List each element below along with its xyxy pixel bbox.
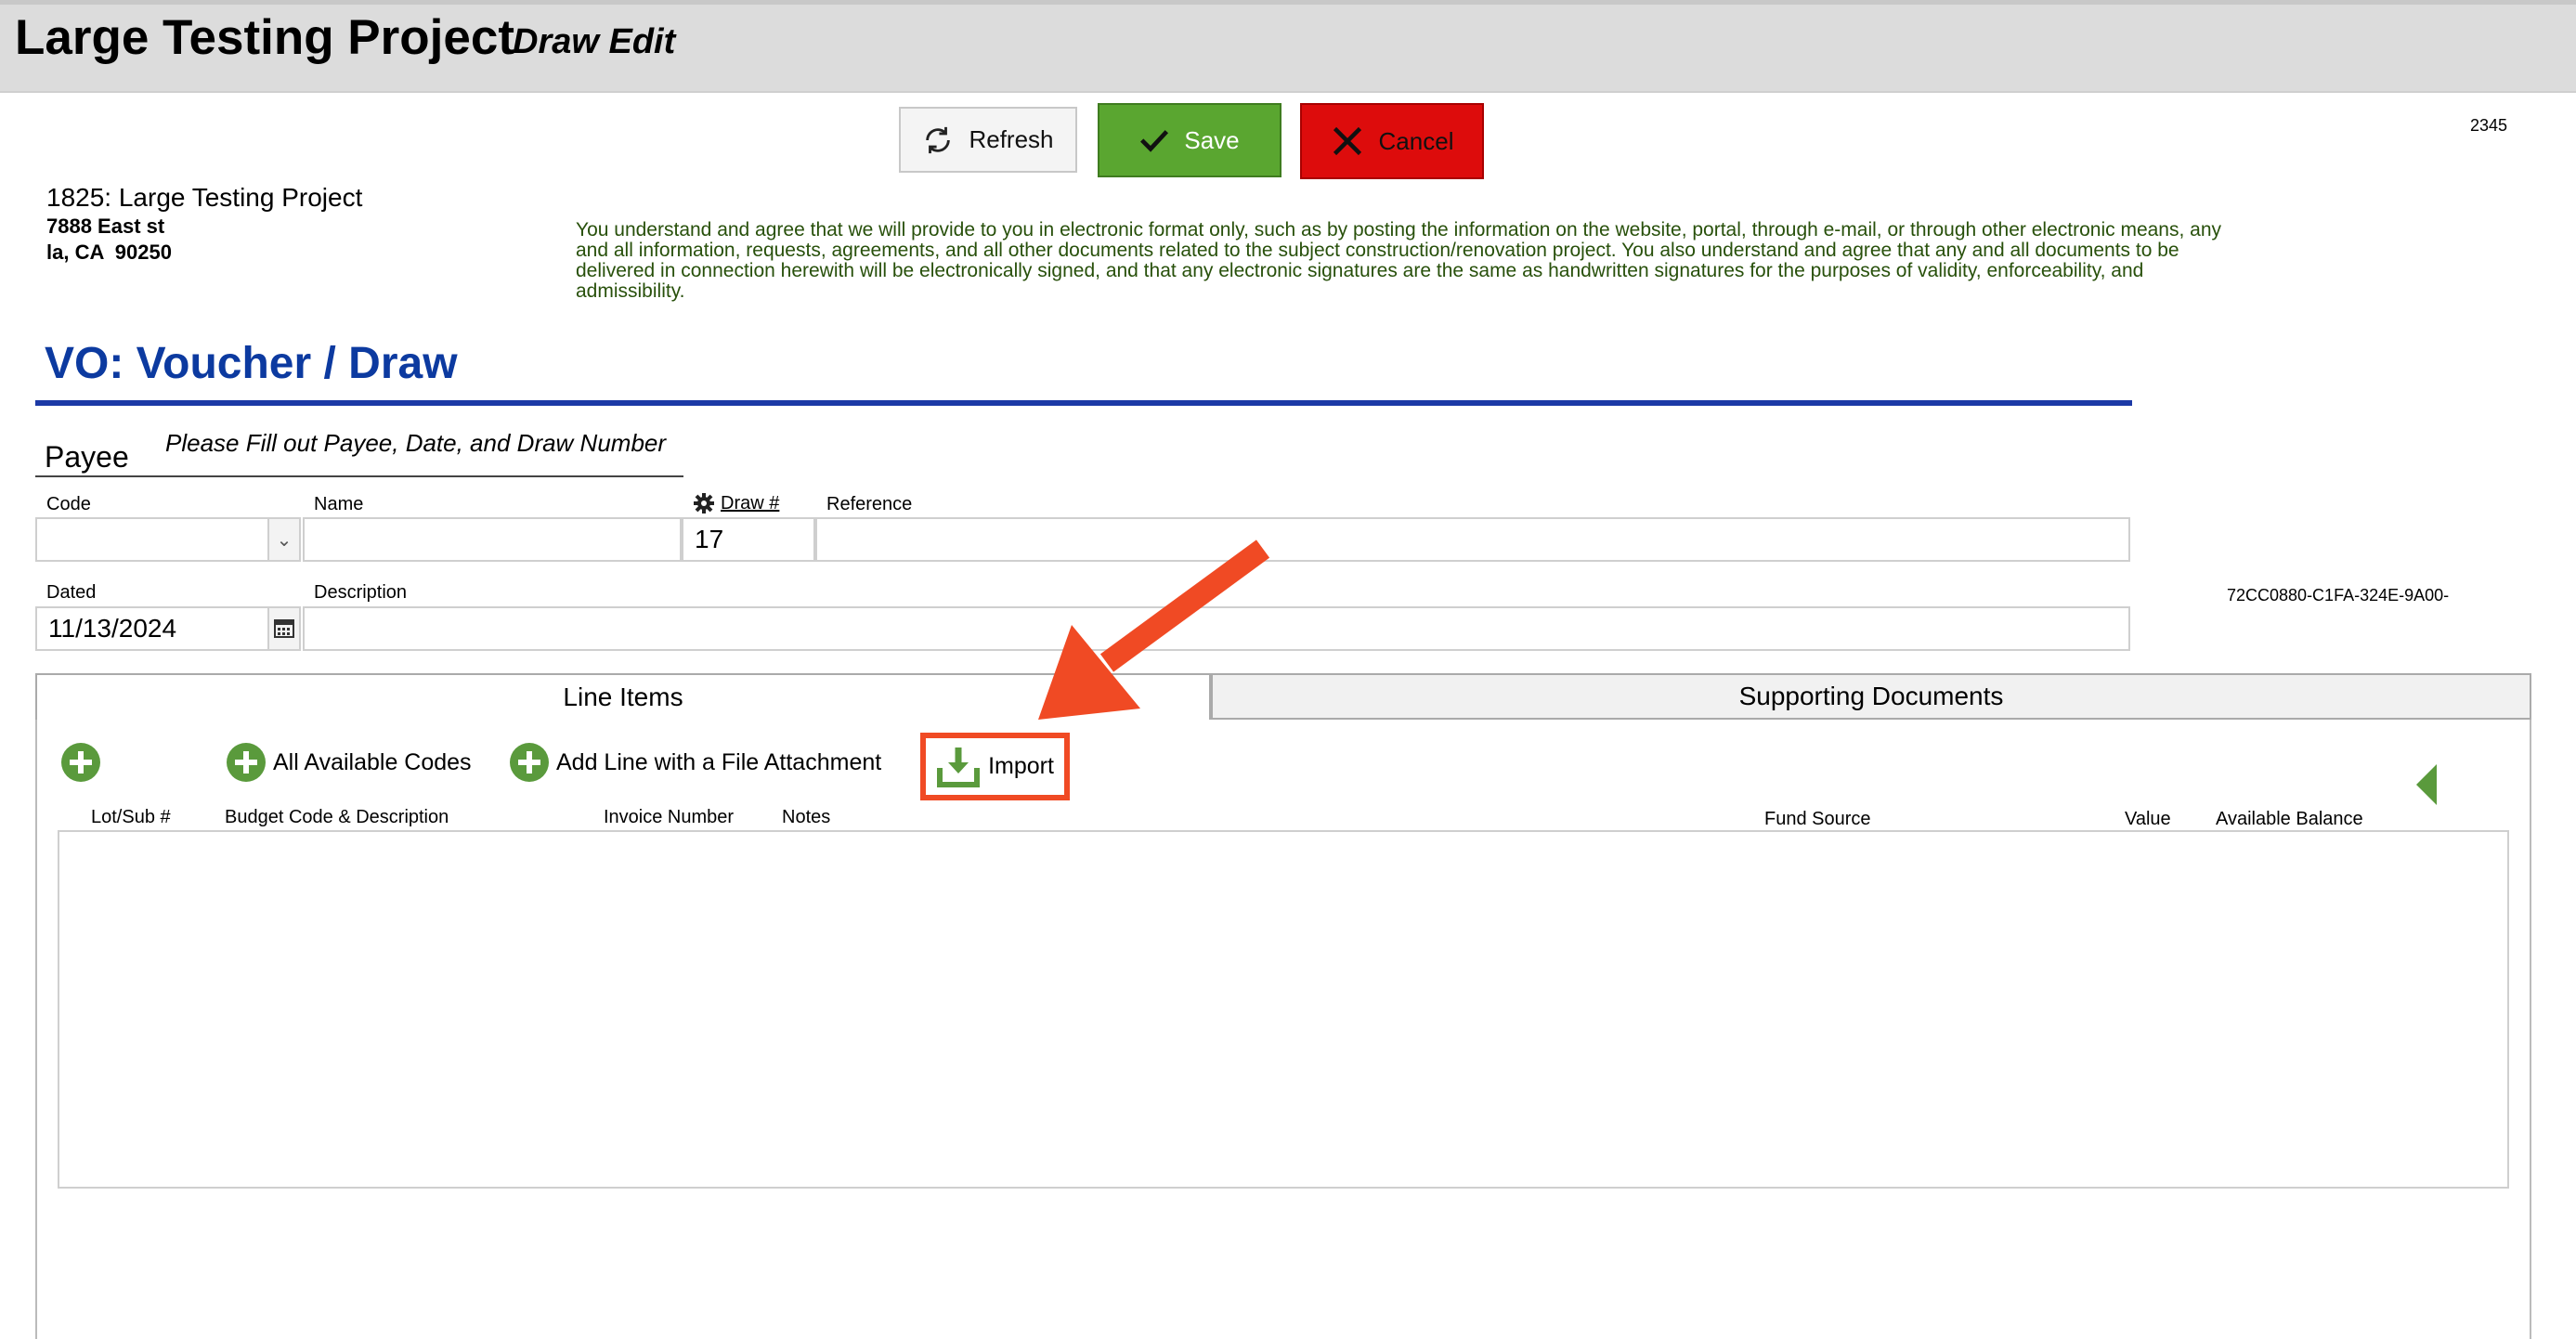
add-line-attachment-label: Add Line with a File Attachment — [556, 748, 882, 775]
add-icon — [510, 743, 549, 782]
code-label: Code — [46, 494, 91, 514]
import-icon — [937, 747, 981, 787]
close-icon — [1333, 126, 1361, 156]
payee-divider — [35, 475, 683, 477]
dated-label: Dated — [46, 582, 97, 603]
name-field[interactable] — [303, 517, 682, 562]
col-fund-source: Fund Source — [1764, 809, 1871, 829]
code-select[interactable] — [35, 517, 269, 562]
date-field[interactable]: 11/13/2024 — [35, 606, 269, 651]
add-line-attachment-button[interactable]: Add Line with a File Attachment — [510, 743, 881, 782]
col-budget-code: Budget Code & Description — [225, 807, 449, 827]
reference-field[interactable] — [815, 517, 2130, 562]
chevron-down-icon[interactable]: ⌄ — [267, 517, 301, 562]
electronic-consent-text: You understand and agree that we will pr… — [576, 219, 2222, 302]
project-name: 1825: Large Testing Project — [46, 183, 363, 212]
record-guid: 72CC0880-C1FA-324E-9A00- — [2227, 586, 2450, 604]
line-items-grid[interactable] — [58, 830, 2509, 1189]
col-available-balance: Available Balance — [2216, 809, 2363, 829]
calendar-icon[interactable] — [267, 606, 301, 651]
col-value: Value — [2125, 809, 2171, 829]
section-divider — [35, 400, 2132, 406]
address-line-2: la, CA 90250 — [46, 240, 172, 264]
all-available-codes-button[interactable]: All Available Codes — [227, 743, 472, 782]
add-icon — [227, 743, 266, 782]
draw-number-field[interactable]: 17 — [682, 517, 815, 562]
import-button[interactable]: Import — [920, 733, 1070, 800]
add-line-button[interactable] — [61, 743, 100, 782]
refresh-button[interactable]: Refresh — [899, 107, 1077, 173]
cancel-label: Cancel — [1378, 126, 1454, 155]
checkmark-icon — [1140, 130, 1169, 152]
annotation-arrow — [1038, 540, 1270, 720]
payee-heading: Payee — [45, 440, 129, 474]
cancel-button[interactable]: Cancel — [1300, 103, 1484, 179]
record-number: 2345 — [2470, 116, 2508, 135]
payee-hint: Please Fill out Payee, Date, and Draw Nu… — [165, 429, 667, 457]
save-button[interactable]: Save — [1098, 103, 1281, 177]
address-line-1: 7888 East st — [46, 214, 165, 238]
refresh-label: Refresh — [969, 125, 1054, 153]
gear-icon[interactable] — [693, 492, 715, 514]
save-label: Save — [1184, 125, 1240, 154]
page-subtitle: Draw Edit — [513, 22, 676, 61]
section-title: VO: Voucher / Draw — [45, 339, 458, 388]
description-label: Description — [314, 582, 408, 603]
import-label: Import — [988, 753, 1054, 779]
draw-number-label-group: Draw # — [693, 492, 779, 514]
refresh-icon — [926, 126, 951, 153]
col-invoice-number: Invoice Number — [604, 807, 735, 827]
col-lot-sub: Lot/Sub # — [91, 807, 171, 827]
all-codes-label: All Available Codes — [273, 748, 472, 775]
tab-supporting-documents[interactable]: Supporting Documents — [1211, 673, 2531, 720]
draw-number-label[interactable]: Draw # — [721, 493, 779, 514]
add-icon — [61, 743, 100, 782]
project-address: 7888 East st la, CA 90250 — [46, 214, 172, 266]
col-notes: Notes — [782, 807, 831, 827]
page-title: Large Testing Project — [15, 10, 514, 65]
name-label: Name — [314, 494, 364, 514]
reference-label: Reference — [826, 494, 913, 514]
collapse-arrow-icon[interactable] — [2416, 764, 2437, 805]
